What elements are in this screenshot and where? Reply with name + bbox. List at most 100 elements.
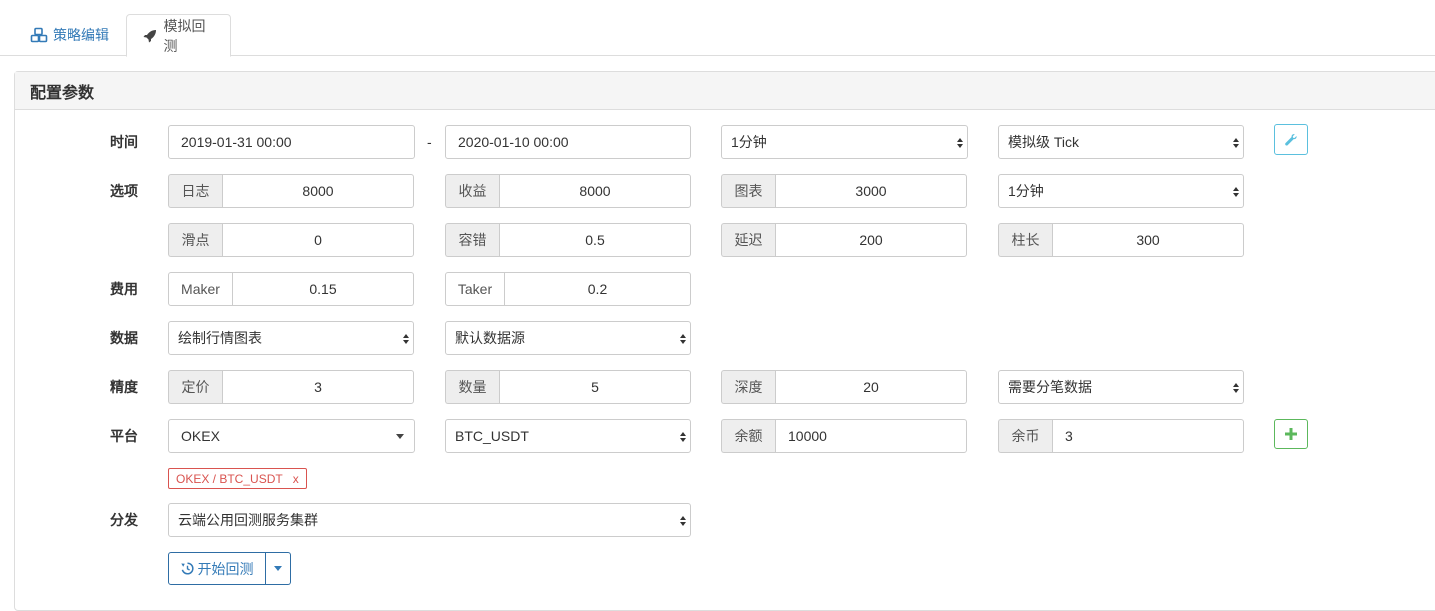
chart-label: 图表 (721, 174, 775, 208)
amount-precision-label: 数量 (445, 370, 499, 404)
data-source-select[interactable]: 默认数据源 (445, 321, 691, 355)
chart-input[interactable]: 3000 (775, 174, 967, 208)
price-precision-input[interactable]: 3 (222, 370, 414, 404)
select-arrows-icon (1233, 187, 1239, 197)
taker-input[interactable]: 0.2 (505, 272, 691, 306)
delay-field: 延迟 200 (721, 223, 967, 257)
tab-label: 策略编辑 (53, 27, 109, 43)
delay-input[interactable]: 200 (775, 223, 967, 257)
label-platform: 平台 (110, 428, 138, 444)
label-dispatch: 分发 (110, 512, 138, 528)
amount-precision-field: 数量 5 (445, 370, 691, 404)
remove-tag-button[interactable]: x (293, 472, 299, 486)
depth-label: 深度 (721, 370, 775, 404)
maker-input[interactable]: 0.15 (233, 272, 414, 306)
delay-label: 延迟 (721, 223, 775, 257)
end-time-input[interactable]: 2020-01-10 00:00 (445, 125, 691, 159)
start-backtest-dropdown[interactable] (266, 552, 291, 585)
profit-field: 收益 8000 (445, 174, 691, 208)
period2-value: 1分钟 (1008, 183, 1044, 199)
depth-field: 深度 20 (721, 370, 967, 404)
amount-precision-input[interactable]: 5 (499, 370, 691, 404)
range-separator: - (427, 134, 432, 150)
dispatch-value: 云端公用回测服务集群 (178, 512, 318, 528)
trades-select[interactable]: 需要分笔数据 (998, 370, 1244, 404)
taker-field: Taker 0.2 (445, 272, 691, 306)
maker-field: Maker 0.15 (168, 272, 414, 306)
pair-value: BTC_USDT (455, 428, 529, 444)
tolerance-input[interactable]: 0.5 (499, 223, 691, 257)
log-field: 日志 8000 (168, 174, 414, 208)
rocket-icon (142, 28, 159, 44)
exchange-select[interactable]: OKEX (168, 419, 415, 453)
period-value: 1分钟 (731, 134, 767, 150)
tab-label: 模拟回测 (163, 17, 206, 54)
label-precision: 精度 (110, 379, 138, 395)
select-arrows-icon (403, 334, 409, 344)
period-select[interactable]: 1分钟 (721, 125, 968, 159)
price-precision-label: 定价 (168, 370, 222, 404)
tolerance-field: 容错 0.5 (445, 223, 691, 257)
history-icon (180, 562, 194, 575)
label-fee: 费用 (110, 281, 138, 297)
tab-bar: 策略编辑 模拟回测 (0, 0, 1435, 57)
bar-length-label: 柱长 (998, 223, 1052, 257)
log-input[interactable]: 8000 (222, 174, 414, 208)
stocks-input[interactable]: 3 (1052, 419, 1244, 453)
start-backtest-label: 开始回测 (197, 560, 254, 577)
balance-field: 余额 10000 (721, 419, 967, 453)
profit-input[interactable]: 8000 (499, 174, 691, 208)
data-source-value: 默认数据源 (455, 330, 525, 346)
select-arrows-icon (680, 432, 686, 442)
chart-field: 图表 3000 (721, 174, 967, 208)
tolerance-label: 容错 (445, 223, 499, 257)
select-arrows-icon (680, 516, 686, 526)
platform-tag-label: OKEX / BTC_USDT (176, 471, 283, 486)
slippage-input[interactable]: 0 (222, 223, 414, 257)
bar-length-input[interactable]: 300 (1052, 223, 1244, 257)
platform-tag: OKEX / BTC_USDT x (168, 468, 307, 489)
start-backtest-group: 开始回测 (168, 552, 291, 585)
add-platform-button[interactable] (1274, 419, 1308, 449)
settings-button[interactable] (1274, 124, 1308, 155)
start-backtest-button[interactable]: 开始回测 (168, 552, 266, 585)
plus-icon (1285, 428, 1297, 440)
mode-value: 模拟级 Tick (1008, 134, 1080, 150)
exchange-value: OKEX (181, 428, 220, 444)
mode-select[interactable]: 模拟级 Tick (998, 125, 1244, 159)
wrench-icon (1285, 133, 1297, 146)
caret-down-icon (396, 434, 404, 439)
label-data: 数据 (110, 330, 138, 346)
period2-select[interactable]: 1分钟 (998, 174, 1244, 208)
select-arrows-icon (1233, 383, 1239, 393)
bar-length-field: 柱长 300 (998, 223, 1244, 257)
stocks-label: 余币 (998, 419, 1052, 453)
select-arrows-icon (680, 334, 686, 344)
tab-backtest[interactable]: 模拟回测 (126, 14, 231, 57)
dispatch-select[interactable]: 云端公用回测服务集群 (168, 503, 691, 537)
trades-value: 需要分笔数据 (1008, 379, 1092, 395)
pair-select[interactable]: BTC_USDT (445, 419, 691, 453)
balance-input[interactable]: 10000 (775, 419, 967, 453)
label-options: 选项 (110, 183, 138, 199)
log-label: 日志 (168, 174, 222, 208)
profit-label: 收益 (445, 174, 499, 208)
label-time: 时间 (110, 134, 138, 150)
slippage-label: 滑点 (168, 223, 222, 257)
stocks-field: 余币 3 (998, 419, 1244, 453)
balance-label: 余额 (721, 419, 775, 453)
cubes-icon (30, 27, 48, 43)
maker-label: Maker (168, 272, 233, 306)
slippage-field: 滑点 0 (168, 223, 414, 257)
caret-down-icon (274, 566, 282, 571)
taker-label: Taker (445, 272, 505, 306)
price-precision-field: 定价 3 (168, 370, 414, 404)
chart-mode-value: 绘制行情图表 (178, 330, 262, 346)
tab-strategy-edit[interactable]: 策略编辑 (15, 14, 124, 56)
chart-mode-select[interactable]: 绘制行情图表 (168, 321, 414, 355)
depth-input[interactable]: 20 (775, 370, 967, 404)
select-arrows-icon (1233, 138, 1239, 148)
start-time-input[interactable]: 2019-01-31 00:00 (168, 125, 415, 159)
panel-title: 配置参数 (15, 72, 1435, 110)
select-arrows-icon (957, 138, 963, 148)
